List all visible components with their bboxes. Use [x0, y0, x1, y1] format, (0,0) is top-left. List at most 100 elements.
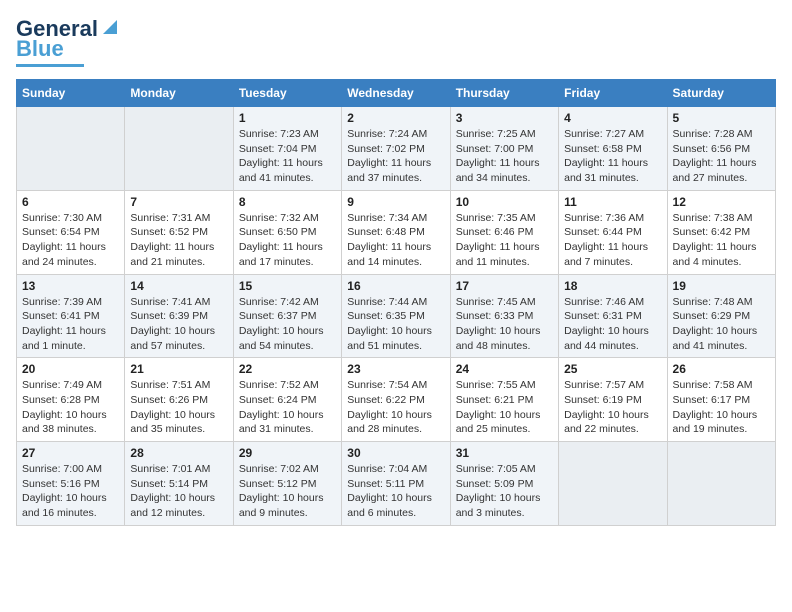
calendar-cell: 12 Sunrise: 7:38 AMSunset: 6:42 PMDayligh… [667, 190, 775, 274]
day-info: Sunrise: 7:38 AMSunset: 6:42 PMDaylight:… [673, 211, 770, 270]
day-info: Sunrise: 7:25 AMSunset: 7:00 PMDaylight:… [456, 127, 553, 186]
day-number: 31 [456, 446, 553, 460]
weekday-header-thursday: Thursday [450, 80, 558, 107]
calendar-week-row: 6 Sunrise: 7:30 AMSunset: 6:54 PMDaylight… [17, 190, 776, 274]
calendar-cell: 11Sunrise: 7:36 AMSunset: 6:44 PMDayligh… [559, 190, 667, 274]
day-number: 6 [22, 195, 119, 209]
calendar-cell: 16 Sunrise: 7:44 AMSunset: 6:35 PMDayligh… [342, 274, 450, 358]
calendar-cell: 22 Sunrise: 7:52 AMSunset: 6:24 PMDayligh… [233, 358, 341, 442]
day-number: 1 [239, 111, 336, 125]
day-number: 21 [130, 362, 227, 376]
day-info: Sunrise: 7:23 AMSunset: 7:04 PMDaylight:… [239, 127, 336, 186]
calendar-cell: 24 Sunrise: 7:55 AMSunset: 6:21 PMDayligh… [450, 358, 558, 442]
calendar-cell: 30Sunrise: 7:04 AMSunset: 5:11 PMDayligh… [342, 442, 450, 526]
day-info: Sunrise: 7:54 AMSunset: 6:22 PMDaylight:… [347, 378, 444, 437]
day-info: Sunrise: 7:41 AMSunset: 6:39 PMDaylight:… [130, 295, 227, 354]
calendar-cell: 31 Sunrise: 7:05 AMSunset: 5:09 PMDayligh… [450, 442, 558, 526]
calendar-cell [667, 442, 775, 526]
day-number: 25 [564, 362, 661, 376]
day-number: 12 [673, 195, 770, 209]
day-number: 5 [673, 111, 770, 125]
calendar-cell: 13 Sunrise: 7:39 AMSunset: 6:41 PMDayligh… [17, 274, 125, 358]
day-number: 10 [456, 195, 553, 209]
day-info: Sunrise: 7:42 AMSunset: 6:37 PMDaylight:… [239, 295, 336, 354]
calendar-cell: 3 Sunrise: 7:25 AMSunset: 7:00 PMDaylight… [450, 107, 558, 191]
logo-underline [16, 64, 84, 67]
day-info: Sunrise: 7:45 AMSunset: 6:33 PMDaylight:… [456, 295, 553, 354]
calendar-cell: 28 Sunrise: 7:01 AMSunset: 5:14 PMDayligh… [125, 442, 233, 526]
calendar-cell [559, 442, 667, 526]
calendar-cell [125, 107, 233, 191]
day-number: 26 [673, 362, 770, 376]
day-info: Sunrise: 7:30 AMSunset: 6:54 PMDaylight:… [22, 211, 119, 270]
day-number: 15 [239, 279, 336, 293]
day-info: Sunrise: 7:32 AMSunset: 6:50 PMDaylight:… [239, 211, 336, 270]
calendar-cell: 26Sunrise: 7:58 AMSunset: 6:17 PMDayligh… [667, 358, 775, 442]
calendar-cell: 23 Sunrise: 7:54 AMSunset: 6:22 PMDayligh… [342, 358, 450, 442]
calendar-cell: 20 Sunrise: 7:49 AMSunset: 6:28 PMDayligh… [17, 358, 125, 442]
day-info: Sunrise: 7:49 AMSunset: 6:28 PMDaylight:… [22, 378, 119, 437]
day-info: Sunrise: 7:34 AMSunset: 6:48 PMDaylight:… [347, 211, 444, 270]
calendar-week-row: 13 Sunrise: 7:39 AMSunset: 6:41 PMDayligh… [17, 274, 776, 358]
day-info: Sunrise: 7:39 AMSunset: 6:41 PMDaylight:… [22, 295, 119, 354]
calendar-cell: 6 Sunrise: 7:30 AMSunset: 6:54 PMDaylight… [17, 190, 125, 274]
calendar-cell: 14Sunrise: 7:41 AMSunset: 6:39 PMDayligh… [125, 274, 233, 358]
day-number: 27 [22, 446, 119, 460]
weekday-header-wednesday: Wednesday [342, 80, 450, 107]
weekday-header-friday: Friday [559, 80, 667, 107]
weekday-header-monday: Monday [125, 80, 233, 107]
logo-triangle-icon [99, 16, 121, 38]
day-number: 28 [130, 446, 227, 460]
calendar-week-row: 1 Sunrise: 7:23 AMSunset: 7:04 PMDaylight… [17, 107, 776, 191]
calendar-cell: 4Sunrise: 7:27 AMSunset: 6:58 PMDaylight… [559, 107, 667, 191]
day-info: Sunrise: 7:31 AMSunset: 6:52 PMDaylight:… [130, 211, 227, 270]
calendar-week-row: 27Sunrise: 7:00 AMSunset: 5:16 PMDayligh… [17, 442, 776, 526]
day-info: Sunrise: 7:51 AMSunset: 6:26 PMDaylight:… [130, 378, 227, 437]
calendar-cell: 15 Sunrise: 7:42 AMSunset: 6:37 PMDayligh… [233, 274, 341, 358]
day-info: Sunrise: 7:57 AMSunset: 6:19 PMDaylight:… [564, 378, 661, 437]
page-header: General Blue [16, 16, 776, 67]
day-number: 24 [456, 362, 553, 376]
day-info: Sunrise: 7:46 AMSunset: 6:31 PMDaylight:… [564, 295, 661, 354]
day-info: Sunrise: 7:05 AMSunset: 5:09 PMDaylight:… [456, 462, 553, 521]
calendar-cell: 25 Sunrise: 7:57 AMSunset: 6:19 PMDayligh… [559, 358, 667, 442]
day-number: 19 [673, 279, 770, 293]
day-number: 2 [347, 111, 444, 125]
day-info: Sunrise: 7:52 AMSunset: 6:24 PMDaylight:… [239, 378, 336, 437]
day-number: 29 [239, 446, 336, 460]
day-number: 20 [22, 362, 119, 376]
calendar-cell: 7Sunrise: 7:31 AMSunset: 6:52 PMDaylight… [125, 190, 233, 274]
calendar-cell: 10 Sunrise: 7:35 AMSunset: 6:46 PMDayligh… [450, 190, 558, 274]
calendar-header-row: SundayMondayTuesdayWednesdayThursdayFrid… [17, 80, 776, 107]
logo-blue: Blue [16, 36, 64, 62]
day-info: Sunrise: 7:28 AMSunset: 6:56 PMDaylight:… [673, 127, 770, 186]
day-info: Sunrise: 7:55 AMSunset: 6:21 PMDaylight:… [456, 378, 553, 437]
calendar-table: SundayMondayTuesdayWednesdayThursdayFrid… [16, 79, 776, 526]
calendar-cell: 5 Sunrise: 7:28 AMSunset: 6:56 PMDaylight… [667, 107, 775, 191]
calendar-cell: 29 Sunrise: 7:02 AMSunset: 5:12 PMDayligh… [233, 442, 341, 526]
day-number: 18 [564, 279, 661, 293]
day-number: 23 [347, 362, 444, 376]
day-info: Sunrise: 7:01 AMSunset: 5:14 PMDaylight:… [130, 462, 227, 521]
day-number: 3 [456, 111, 553, 125]
calendar-cell: 21 Sunrise: 7:51 AMSunset: 6:26 PMDayligh… [125, 358, 233, 442]
day-info: Sunrise: 7:35 AMSunset: 6:46 PMDaylight:… [456, 211, 553, 270]
day-info: Sunrise: 7:48 AMSunset: 6:29 PMDaylight:… [673, 295, 770, 354]
calendar-cell [17, 107, 125, 191]
weekday-header-sunday: Sunday [17, 80, 125, 107]
day-info: Sunrise: 7:44 AMSunset: 6:35 PMDaylight:… [347, 295, 444, 354]
day-info: Sunrise: 7:02 AMSunset: 5:12 PMDaylight:… [239, 462, 336, 521]
logo: General Blue [16, 16, 121, 67]
calendar-cell: 19 Sunrise: 7:48 AMSunset: 6:29 PMDayligh… [667, 274, 775, 358]
day-number: 9 [347, 195, 444, 209]
calendar-week-row: 20 Sunrise: 7:49 AMSunset: 6:28 PMDayligh… [17, 358, 776, 442]
day-info: Sunrise: 7:27 AMSunset: 6:58 PMDaylight:… [564, 127, 661, 186]
calendar-cell: 1 Sunrise: 7:23 AMSunset: 7:04 PMDaylight… [233, 107, 341, 191]
day-number: 13 [22, 279, 119, 293]
day-info: Sunrise: 7:36 AMSunset: 6:44 PMDaylight:… [564, 211, 661, 270]
day-number: 8 [239, 195, 336, 209]
day-info: Sunrise: 7:04 AMSunset: 5:11 PMDaylight:… [347, 462, 444, 521]
day-number: 16 [347, 279, 444, 293]
calendar-cell: 2Sunrise: 7:24 AMSunset: 7:02 PMDaylight… [342, 107, 450, 191]
day-number: 22 [239, 362, 336, 376]
